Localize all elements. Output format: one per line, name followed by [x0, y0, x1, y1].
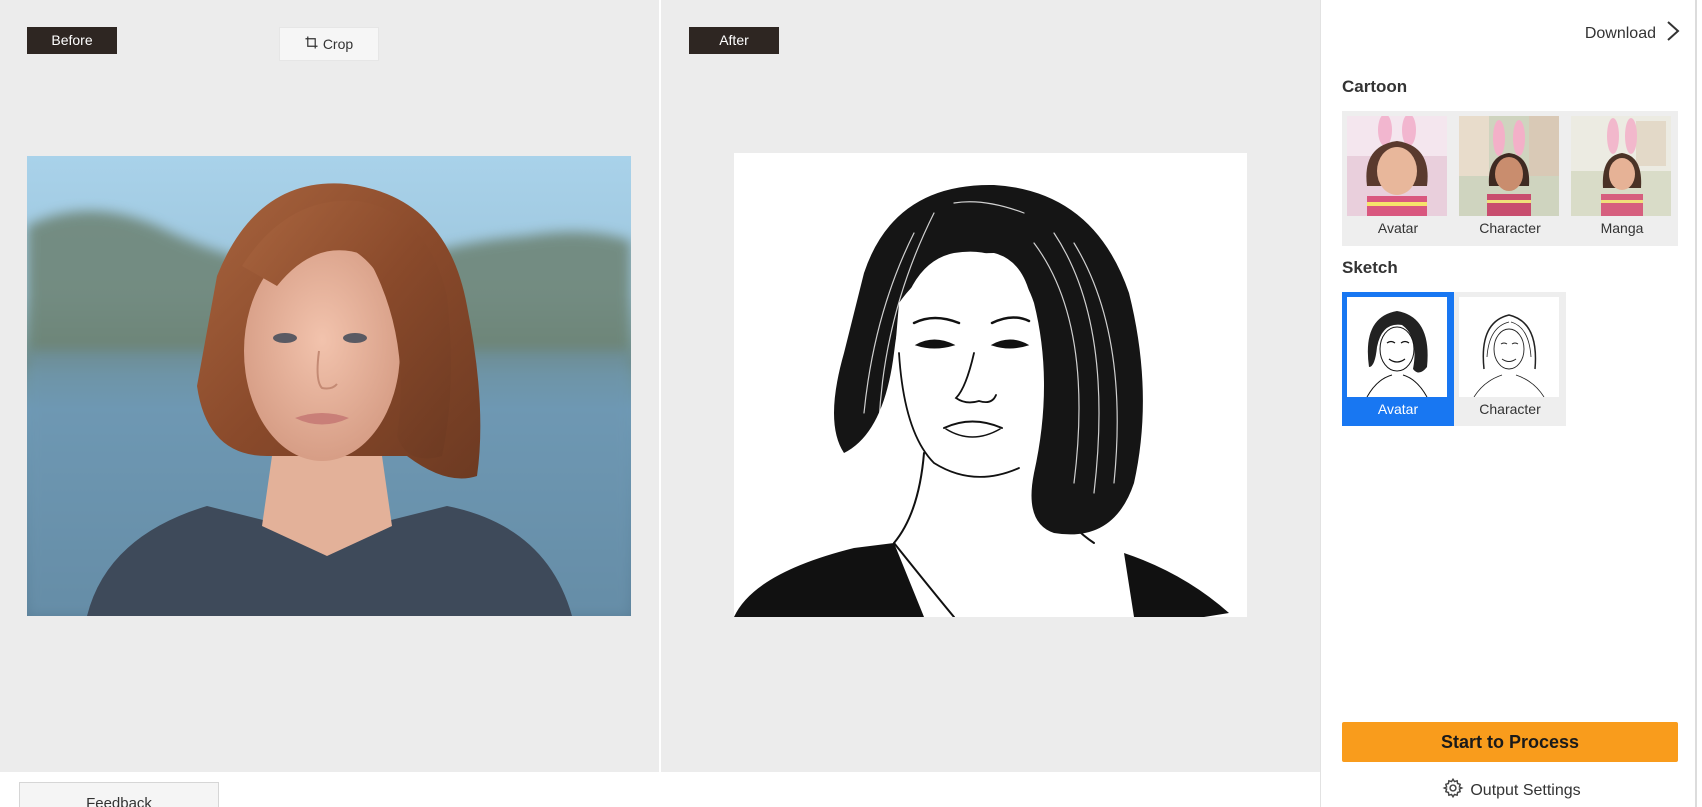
- after-tag: After: [689, 27, 779, 54]
- scrollbar[interactable]: [1695, 0, 1697, 807]
- cartoon-manga-thumbnail: [1571, 116, 1671, 216]
- sketch-character-thumbnail: [1459, 297, 1559, 397]
- sketch-avatar-option[interactable]: Avatar: [1342, 292, 1454, 426]
- before-photo: [27, 156, 631, 616]
- after-sketch-image: [734, 153, 1247, 617]
- before-pane: Before Crop: [0, 0, 659, 772]
- before-tag: Before: [27, 27, 117, 54]
- crop-button[interactable]: Crop: [279, 27, 379, 61]
- output-settings-label: Output Settings: [1470, 781, 1581, 799]
- sketch-avatar-thumbnail: [1347, 297, 1447, 397]
- cartoon-character-label: Character: [1479, 220, 1541, 236]
- cartoon-avatar-label: Avatar: [1377, 220, 1419, 236]
- cartoon-character-thumbnail: [1459, 116, 1559, 216]
- start-process-button[interactable]: Start to Process: [1342, 722, 1678, 762]
- cartoon-manga-option[interactable]: Manga: [1566, 111, 1678, 246]
- sketch-character-option[interactable]: Character: [1454, 292, 1566, 426]
- sketch-character-label: Character: [1479, 401, 1541, 417]
- cartoon-manga-label: Manga: [1600, 220, 1644, 236]
- output-settings-button[interactable]: Output Settings: [1321, 777, 1702, 804]
- sketch-section-title: Sketch: [1342, 258, 1398, 277]
- cartoon-section-title: Cartoon: [1342, 77, 1408, 96]
- sketch-style-list: Avatar Character: [1342, 292, 1566, 426]
- download-label: Download: [1584, 24, 1656, 42]
- gear-icon: [1442, 777, 1464, 804]
- crop-icon: [305, 36, 318, 52]
- cartoon-avatar-thumbnail: [1347, 116, 1447, 216]
- sketch-avatar-label: Avatar: [1377, 401, 1419, 417]
- cartoon-character-option[interactable]: Character: [1454, 111, 1566, 246]
- cartoon-avatar-option[interactable]: Avatar: [1342, 111, 1454, 246]
- after-pane: After: [661, 0, 1320, 772]
- chevron-right-icon: [1666, 20, 1680, 47]
- download-button[interactable]: Download: [1585, 20, 1680, 47]
- crop-button-label: Crop: [322, 36, 354, 52]
- cartoon-style-list: Avatar Character Manga: [1342, 111, 1678, 246]
- feedback-button[interactable]: Feedback: [19, 782, 219, 807]
- sidebar: Download Cartoon Avatar Character Manga …: [1320, 0, 1702, 807]
